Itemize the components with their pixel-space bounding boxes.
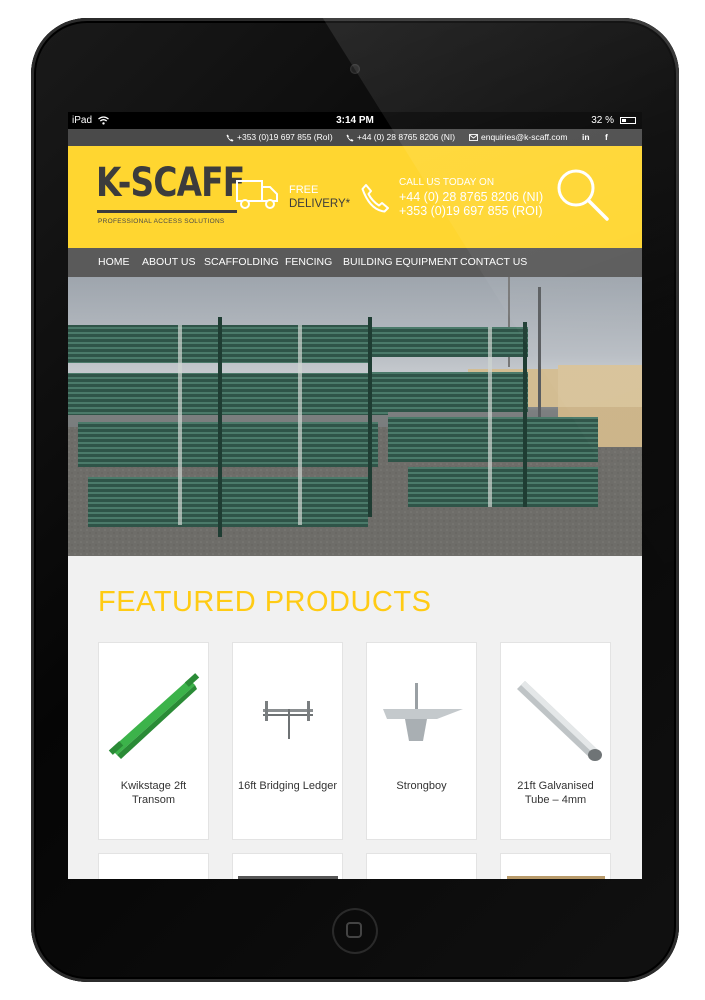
clock: 3:14 PM [336,115,374,126]
phone-icon [346,134,354,142]
product-card[interactable]: Strongboy [366,642,477,840]
product-image [263,701,313,739]
contact-bar: +353 (0)19 697 855 (RoI) +44 (0) 28 8765… [68,129,642,146]
logo-underline [97,210,237,213]
product-name: 21ft Galvanised Tube – 4mm [517,780,594,806]
product-name: Kwikstage 2ft Transom [120,780,187,806]
product-card[interactable] [366,853,477,879]
product-image [507,876,605,879]
product-image [238,876,338,879]
email-link[interactable]: enquiries@k-scaff.com [469,129,567,146]
truck-icon [236,180,278,209]
featured-products-title: FEATURED PRODUCTS [98,586,432,618]
product-card[interactable] [500,853,611,879]
site-header: K-SCAFF PROFESSIONAL ACCESS SOLUTIONS FR… [68,146,642,248]
nav-item-contact[interactable]: CONTACT US [460,248,527,277]
battery-percent: 32 % [591,115,614,126]
status-bar: iPad 3:14 PM 32 % [68,112,642,129]
product-name: 16ft Bridging Ledger [237,780,338,792]
screen: iPad 3:14 PM 32 % +353 (0)19 697 855 (Ro… [68,112,642,879]
product-name: Strongboy [396,780,447,792]
phone-ni-text: +44 (0) 28 8765 8206 (NI) [357,132,456,142]
main-nav: HOME ABOUT US SCAFFOLDING FENCING BUILDI… [68,248,642,277]
phone-roi-link[interactable]: +353 (0)19 697 855 (RoI) [226,129,333,146]
nav-item-home[interactable]: HOME [98,248,130,277]
logo-tagline: PROFESSIONAL ACCESS SOLUTIONS [98,218,225,225]
product-card[interactable]: 16ft Bridging Ledger [232,642,343,840]
battery-icon [620,117,636,124]
call-us-label: CALL US TODAY ON [399,177,495,188]
hero-scaffold-stacks [68,277,642,556]
call-us-block[interactable]: CALL US TODAY ON +44 (0) 28 8765 8206 (N… [399,176,543,218]
product-card[interactable]: 21ft Galvanised Tube – 4mm [500,642,611,840]
home-button-icon [346,922,362,938]
search-icon[interactable] [554,166,612,224]
delivery-line-2: DELIVERY* [289,198,351,210]
product-card[interactable] [232,853,343,879]
free-delivery-badge: FREE DELIVERY* [289,183,350,211]
facebook-icon[interactable]: f [605,129,608,146]
email-text: enquiries@k-scaff.com [481,132,568,142]
email-icon [469,134,478,142]
hero-image [68,277,642,556]
product-card[interactable] [98,853,209,879]
linkedin-icon[interactable]: in [582,129,590,146]
phone-icon [226,134,234,142]
phone-icon [361,184,389,213]
delivery-line-1: FREE [289,184,319,196]
call-us-ni: +44 (0) 28 8765 8206 (NI) [399,190,544,204]
call-us-roi: +353 (0)19 697 855 (ROI) [399,204,543,218]
product-image [383,683,463,741]
phone-ni-link[interactable]: +44 (0) 28 8765 8206 (NI) [346,129,455,146]
logo-text: K-SCAFF [96,160,245,206]
phone-roi-text: +353 (0)19 697 855 (RoI) [237,132,333,142]
nav-item-about[interactable]: ABOUT US [142,248,195,277]
product-card[interactable]: Kwikstage 2ft Transom [98,642,209,840]
product-image [108,673,200,759]
nav-item-building-equipment[interactable]: BUILDING EQUIPMENT [343,248,458,277]
nav-item-fencing[interactable]: FENCING [285,248,332,277]
camera [350,64,360,74]
product-image [517,681,602,761]
nav-item-scaffolding[interactable]: SCAFFOLDING [204,248,279,277]
